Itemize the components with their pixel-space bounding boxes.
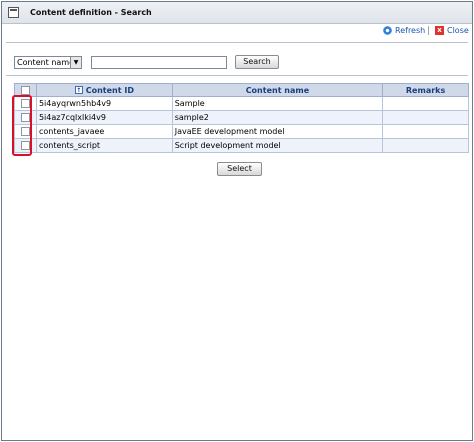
- row-checkbox[interactable]: [20, 113, 30, 122]
- row-checkbox[interactable]: [20, 99, 30, 108]
- cell-remarks: [382, 110, 469, 125]
- row-checkbox-cell: [14, 110, 37, 125]
- search-input[interactable]: [91, 56, 227, 69]
- dialog-window: Content definition - Search Refresh x Cl…: [1, 1, 473, 441]
- header-select-all[interactable]: [14, 83, 37, 97]
- header-content-name[interactable]: Content name: [171, 83, 384, 97]
- row-checkbox-cell: [14, 138, 37, 153]
- dropdown-arrow-icon[interactable]: ▼: [70, 57, 81, 68]
- table-row[interactable]: contents_javaee JavaEE development model: [14, 124, 469, 139]
- select-button[interactable]: Select: [217, 162, 262, 176]
- cell-content-id: 5i4az7cqlxlki4v9: [35, 110, 173, 125]
- toolbar-separator: [428, 26, 429, 35]
- refresh-label: Refresh: [395, 25, 426, 35]
- title-bar: Content definition - Search: [2, 2, 472, 24]
- header-content-id-label: Content ID: [85, 85, 134, 95]
- table-row[interactable]: 5i4az7cqlxlki4v9 sample2: [14, 110, 469, 125]
- sort-asc-icon[interactable]: ↑: [74, 86, 83, 94]
- row-checkbox-cell: [14, 96, 37, 111]
- search-button[interactable]: Search: [235, 55, 279, 69]
- table-header-row: ↑ Content ID Content name Remarks: [14, 83, 469, 97]
- search-row: Content name ▼ Search: [2, 55, 472, 74]
- header-remarks[interactable]: Remarks: [382, 83, 469, 97]
- close-label: Close: [447, 25, 469, 35]
- search-field-selected: Content name: [17, 58, 75, 67]
- close-icon: x: [435, 25, 444, 35]
- table-row[interactable]: 5i4ayqrwn5hb4v9 Sample: [14, 96, 469, 111]
- cell-remarks: [382, 96, 469, 111]
- cell-content-id: 5i4ayqrwn5hb4v9: [35, 96, 173, 111]
- cell-content-name: JavaEE development model: [171, 124, 384, 139]
- cell-content-name: Sample: [171, 96, 384, 111]
- close-button[interactable]: x Close: [435, 24, 469, 36]
- search-field-select[interactable]: Content name ▼: [14, 56, 82, 69]
- window-title: Content definition - Search: [30, 8, 152, 17]
- cell-remarks: [382, 124, 469, 139]
- toolbar: Refresh x Close: [2, 24, 472, 38]
- results-table: ↑ Content ID Content name Remarks 5i4ayqr…: [14, 83, 469, 153]
- cell-content-id: contents_javaee: [35, 124, 173, 139]
- refresh-icon: [383, 25, 392, 35]
- cell-content-name: Script development model: [171, 138, 384, 153]
- select-all-checkbox[interactable]: [20, 85, 30, 95]
- table-row[interactable]: contents_script Script development model: [14, 138, 469, 153]
- refresh-button[interactable]: Refresh: [383, 24, 425, 36]
- row-checkbox[interactable]: [20, 127, 30, 136]
- cell-content-name: sample2: [171, 110, 384, 125]
- divider-search: [6, 75, 468, 76]
- cell-content-id: contents_script: [35, 138, 173, 153]
- cell-remarks: [382, 138, 469, 153]
- header-content-id[interactable]: ↑ Content ID: [35, 83, 173, 97]
- window-icon: [8, 7, 19, 18]
- row-checkbox-cell: [14, 124, 37, 139]
- row-checkbox[interactable]: [20, 141, 30, 150]
- divider-top: [6, 42, 468, 43]
